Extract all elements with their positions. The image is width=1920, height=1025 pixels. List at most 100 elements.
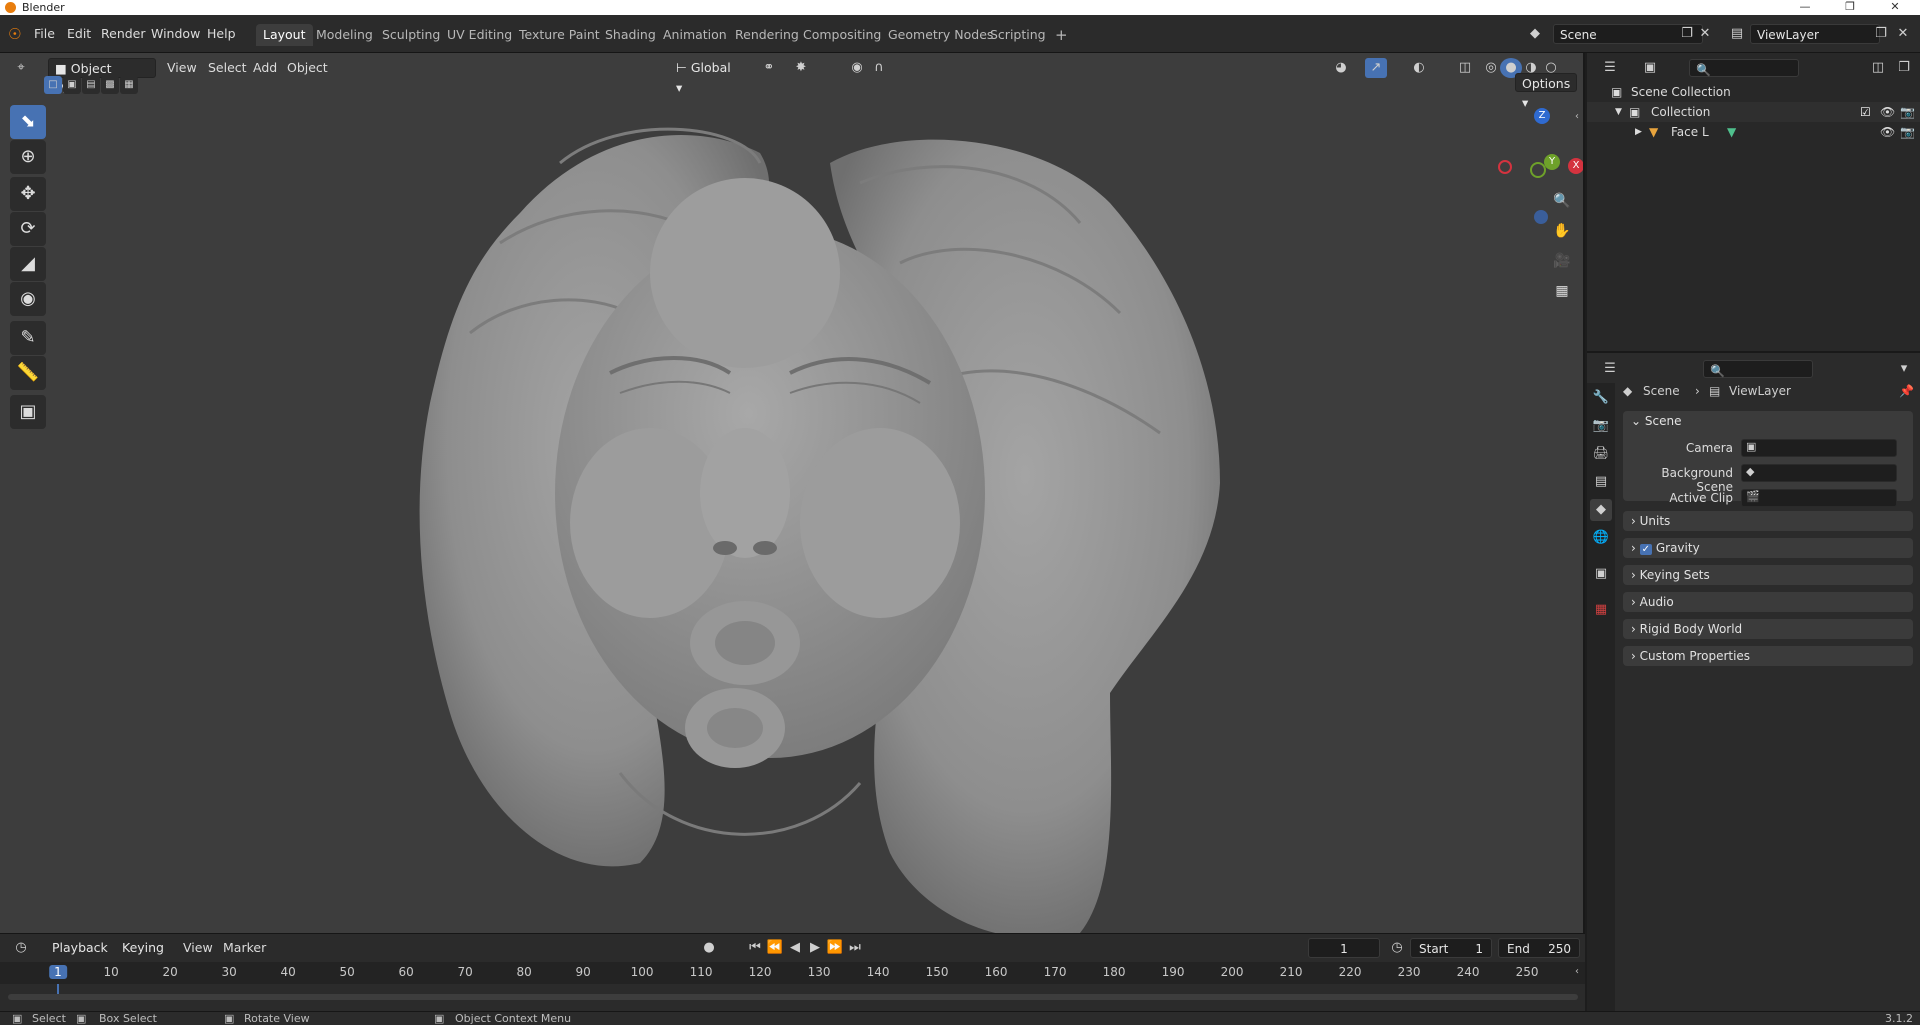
sculpt-model[interactable] xyxy=(0,53,1585,933)
timeline-scrollbar[interactable] xyxy=(8,994,1578,1000)
start-frame-field[interactable]: Start 1 xyxy=(1410,938,1492,958)
output-tab-icon[interactable]: 🖨 xyxy=(1590,443,1612,465)
gizmo-y-axis[interactable]: Y xyxy=(1544,154,1560,170)
world-tab-icon[interactable]: 🌐 xyxy=(1590,527,1612,549)
camera-view-icon[interactable]: 🎥 xyxy=(1548,247,1576,275)
keying-sets-header[interactable]: › Keying Sets xyxy=(1631,568,1710,582)
timeline-body[interactable] xyxy=(0,984,1585,1012)
mesh-data-icon[interactable]: ▼ xyxy=(1727,122,1736,142)
jump-start-icon[interactable]: ⏮ xyxy=(744,938,766,958)
timeline-marker-menu[interactable]: Marker xyxy=(223,938,266,958)
menu-help[interactable]: Help xyxy=(207,15,236,53)
display-mode-icon[interactable]: ▣ xyxy=(1639,58,1661,78)
object-visibility-icon[interactable]: 👁 xyxy=(1880,122,1895,142)
auto-keying-icon[interactable]: ● xyxy=(698,938,720,958)
remove-scene-icon[interactable]: ✕ xyxy=(1694,24,1716,44)
add-workspace-button[interactable]: + xyxy=(1048,24,1075,46)
jump-next-keyframe-icon[interactable]: ⏩ xyxy=(824,938,846,958)
menu-edit[interactable]: Edit xyxy=(67,15,91,53)
gizmo-neg-y[interactable] xyxy=(1530,162,1546,178)
units-header[interactable]: › Units xyxy=(1631,514,1670,528)
gravity-checkbox[interactable]: ✓ xyxy=(1639,544,1653,555)
timeline-sidebar-toggle[interactable]: ‹ xyxy=(1575,966,1579,977)
viewlayer-selector[interactable]: ViewLayer xyxy=(1750,24,1880,44)
sidebar-toggle-icon[interactable]: ‹ xyxy=(1575,111,1579,122)
audio-panel[interactable]: › Audio xyxy=(1623,592,1913,612)
custom-properties-panel[interactable]: › Custom Properties xyxy=(1623,646,1913,666)
render-tab-icon[interactable]: 📷 xyxy=(1590,415,1612,437)
new-collection-icon[interactable]: ❐ xyxy=(1893,58,1915,78)
play-reverse-icon[interactable]: ◀ xyxy=(784,938,806,958)
menu-render[interactable]: Render xyxy=(101,15,146,53)
gravity-header[interactable]: › ✓ Gravity xyxy=(1631,541,1700,555)
keying-sets-panel[interactable]: › Keying Sets xyxy=(1623,565,1913,585)
blender-menu-icon[interactable]: ☉ xyxy=(8,15,21,53)
tab-rendering[interactable]: Rendering xyxy=(728,24,806,46)
collection-tab-icon[interactable]: ▣ xyxy=(1590,563,1612,585)
collection-visibility-icon[interactable]: 👁 xyxy=(1880,102,1895,122)
menu-file[interactable]: File xyxy=(34,15,55,53)
tab-animation[interactable]: Animation xyxy=(656,24,734,46)
properties-options-icon[interactable]: ▾ xyxy=(1893,359,1915,379)
timeline-view-menu[interactable]: View xyxy=(183,938,213,958)
object-expand-icon[interactable]: ▶ xyxy=(1635,122,1642,142)
gizmo-neg-z[interactable] xyxy=(1534,210,1548,224)
tool-tab-icon[interactable]: 🔧 xyxy=(1590,387,1612,409)
gravity-panel[interactable]: › ✓ Gravity xyxy=(1623,538,1913,558)
end-frame-field[interactable]: End 250 xyxy=(1498,938,1580,958)
menu-window[interactable]: Window xyxy=(151,15,200,53)
perspective-grid-icon[interactable]: ▦ xyxy=(1548,277,1576,305)
preview-range-icon[interactable]: ◷ xyxy=(1386,938,1408,958)
viewlayer-icon[interactable]: ▤ xyxy=(1726,24,1748,44)
collection-render-icon[interactable]: 📷 xyxy=(1900,102,1915,122)
playback-menu[interactable]: Playback ▾ xyxy=(46,938,112,975)
active-clip-field[interactable]: 🎬 xyxy=(1741,489,1897,507)
scene-tab-icon[interactable]: ◆ xyxy=(1590,499,1612,521)
properties-editor-type-icon[interactable]: ☰ xyxy=(1599,359,1621,379)
gizmo-neg-x[interactable] xyxy=(1498,160,1512,174)
play-icon[interactable]: ▶ xyxy=(804,938,826,958)
scene-panel-header[interactable]: ⌄ Scene xyxy=(1631,414,1681,428)
rigid-body-world-panel[interactable]: › Rigid Body World xyxy=(1623,619,1913,639)
tab-scripting[interactable]: Scripting xyxy=(983,24,1053,46)
minimize-button[interactable]: — xyxy=(1785,0,1825,15)
new-viewlayer-icon[interactable]: ❐ xyxy=(1870,24,1892,44)
tab-uv-editing[interactable]: UV Editing xyxy=(440,24,519,46)
object-render-icon[interactable]: 📷 xyxy=(1900,122,1915,142)
properties-editor[interactable]: ☰ 🔍 ▾ 🔧 📷 🖨 ▤ ◆ 🌐 ▣ ▦ ◆ Scene › ▤ ViewLa… xyxy=(1587,355,1920,1011)
outliner-row-collection[interactable]: ▼ ▣ Collection ☑ 👁 📷 xyxy=(1587,102,1920,122)
outliner-row-scene-collection[interactable]: ▣ Scene Collection xyxy=(1587,82,1920,102)
filter-icon[interactable]: ◫ xyxy=(1867,58,1889,78)
remove-viewlayer-icon[interactable]: ✕ xyxy=(1892,24,1914,44)
outliner[interactable]: ☰ ▣ 🔍 ◫ ❐ ▣ Scene Collection ▼ ▣ Collect… xyxy=(1587,53,1920,353)
rigid-body-world-header[interactable]: › Rigid Body World xyxy=(1631,622,1742,636)
properties-search[interactable]: 🔍 xyxy=(1703,360,1813,378)
tab-sculpting[interactable]: Sculpting xyxy=(375,24,447,46)
outliner-editor-type-icon[interactable]: ☰ xyxy=(1599,58,1621,78)
outliner-row-face-l[interactable]: ▶ ▼ Face L ▼ 👁 📷 xyxy=(1587,122,1920,142)
close-button[interactable]: ✕ xyxy=(1875,0,1915,15)
jump-end-icon[interactable]: ⏭ xyxy=(844,938,866,958)
texture-tab-icon[interactable]: ▦ xyxy=(1590,599,1612,621)
tab-texture-paint[interactable]: Texture Paint xyxy=(512,24,607,46)
pin-icon[interactable]: 📌 xyxy=(1899,384,1914,398)
jump-prev-keyframe-icon[interactable]: ⏪ xyxy=(764,938,786,958)
collection-exclude-checkbox[interactable]: ☑ xyxy=(1860,102,1871,122)
tab-modeling[interactable]: Modeling xyxy=(309,24,380,46)
timeline-ruler[interactable]: 1 10 20 30 40 50 60 70 80 90 100 110 120 130 140 150 160… xyxy=(0,962,1585,984)
view-layer-tab-icon[interactable]: ▤ xyxy=(1590,471,1612,493)
outliner-search[interactable]: 🔍 xyxy=(1689,59,1799,77)
current-frame-field[interactable]: 1 xyxy=(1308,938,1380,958)
camera-field[interactable]: ▣ xyxy=(1741,439,1897,457)
3d-viewport[interactable]: ⌖ ■ Object Mode ▾ View Select Add Object… xyxy=(0,53,1585,933)
keying-menu[interactable]: Keying ▾ xyxy=(116,938,174,975)
collection-expand-icon[interactable]: ▼ xyxy=(1615,102,1622,122)
playhead-frame-indicator[interactable]: 1 xyxy=(49,965,67,979)
pan-hand-icon[interactable]: ✋ xyxy=(1548,217,1576,245)
background-scene-field[interactable]: ◆ xyxy=(1741,464,1897,482)
tab-shading[interactable]: Shading xyxy=(598,24,663,46)
maximize-button[interactable]: ❐ xyxy=(1830,0,1870,15)
units-panel[interactable]: › Units xyxy=(1623,511,1913,531)
timeline-editor-type-icon[interactable]: ◷ xyxy=(10,938,32,958)
gizmo-x-axis[interactable]: X xyxy=(1568,158,1583,174)
